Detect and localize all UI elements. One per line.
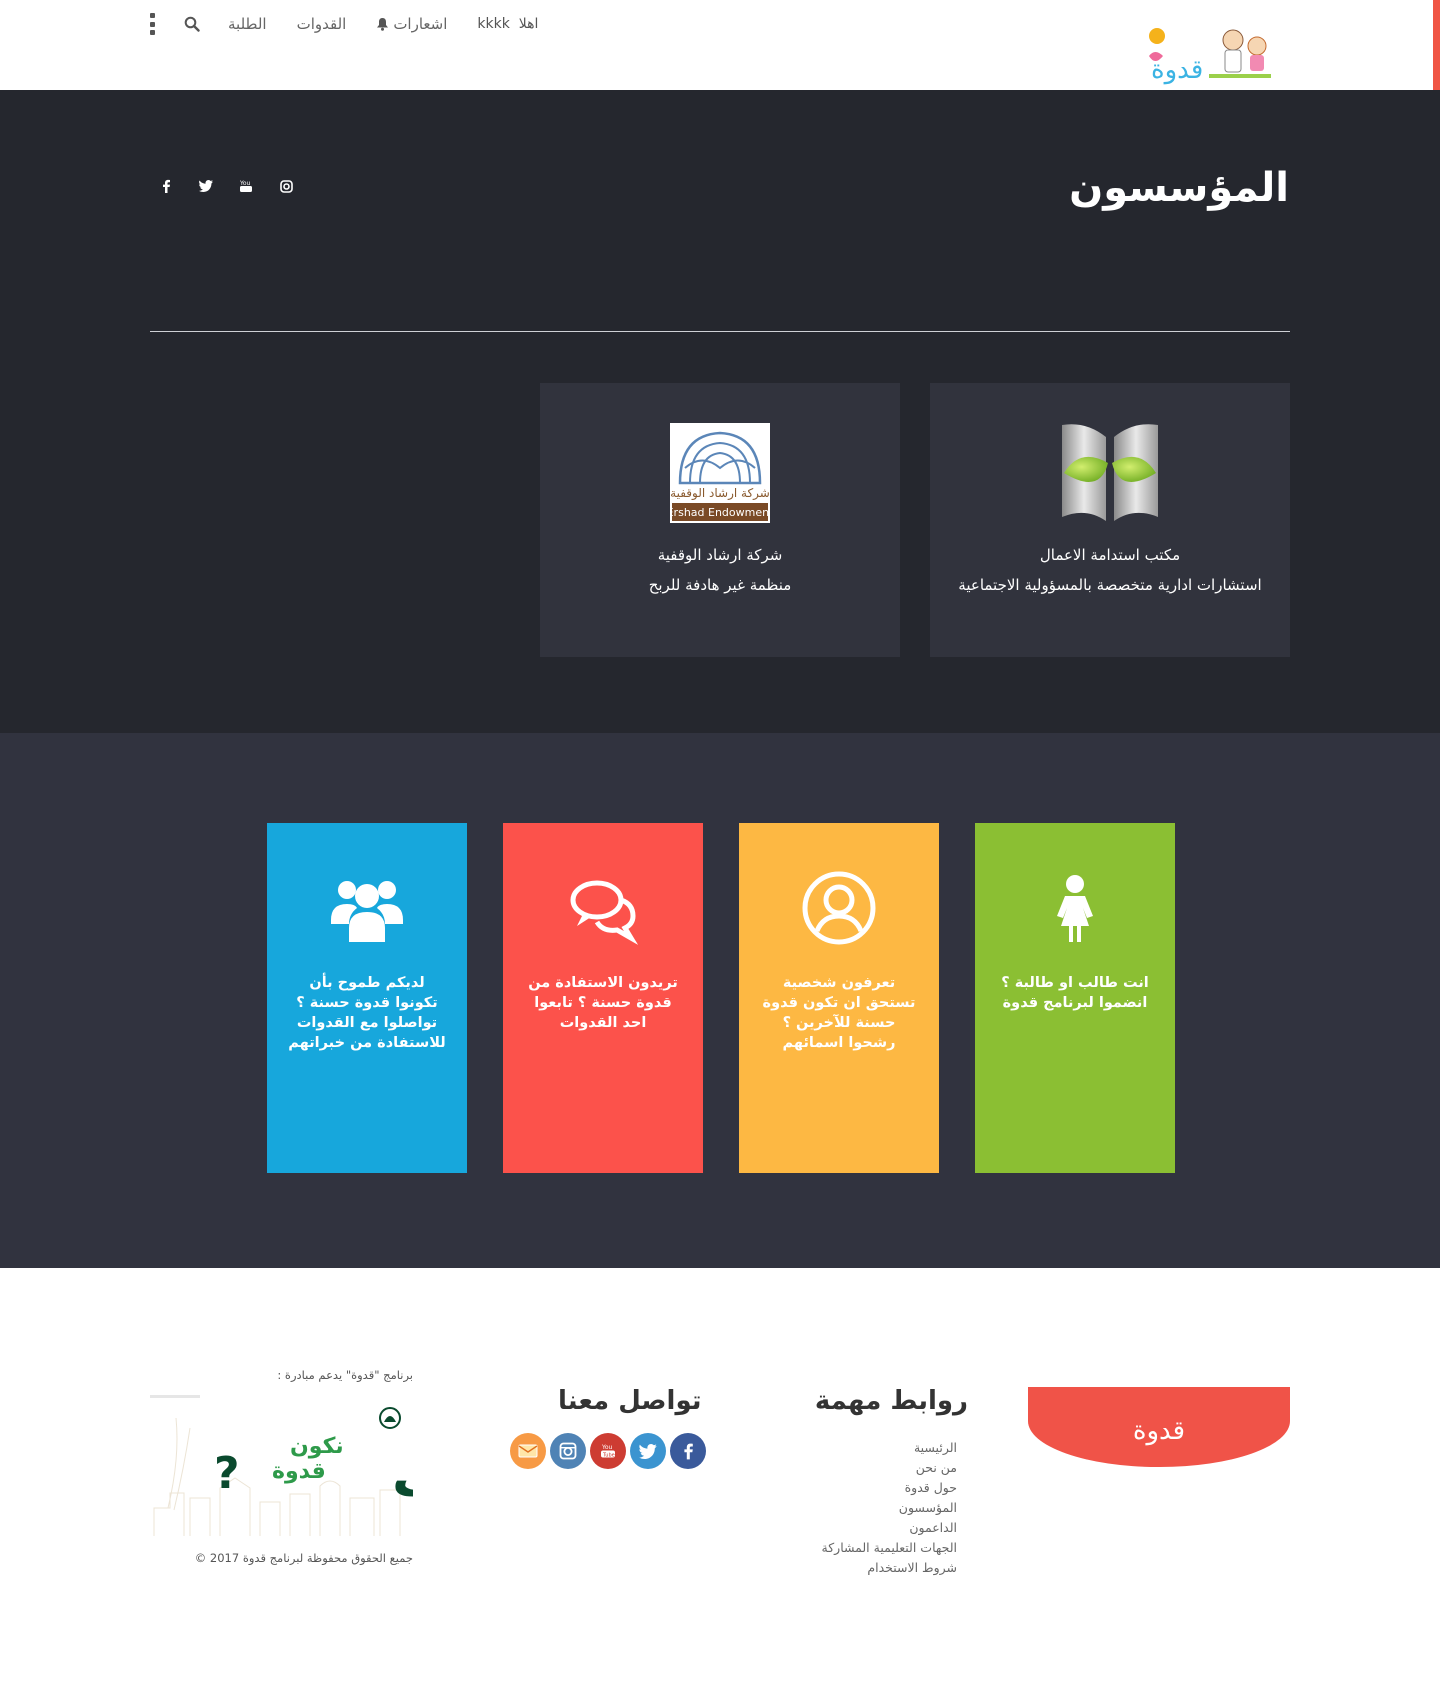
user-circle-icon xyxy=(802,871,876,945)
footer-contact-icons: You Tube xyxy=(510,1433,706,1469)
page-title: المؤسسون xyxy=(1069,165,1289,211)
footer-link-education-partners[interactable]: الجهات التعليمية المشاركة xyxy=(822,1538,958,1558)
site-header: قدوة الطلبة القدوات اشعارات kkkk اهلا xyxy=(0,0,1440,90)
footer-link-home[interactable]: الرئيسية xyxy=(822,1438,957,1458)
founder-card-ershad[interactable]: شركة ارشاد الوقفية Ershad Endowment شركة… xyxy=(540,383,900,657)
nav-notifications-label: اشعارات xyxy=(393,15,448,33)
tile-contact-role-models[interactable]: لديكم طموح بأن تكونوا قدوة حسنة ؟ تواصلو… xyxy=(267,823,467,1173)
mail-icon[interactable] xyxy=(510,1433,546,1469)
top-nav: الطلبة القدوات اشعارات kkkk اهلا xyxy=(150,12,538,36)
user-greeting[interactable]: kkkk اهلا xyxy=(477,16,538,32)
tile-text: تعرفون شخصية تستحق ان تكون قدوة حسنة للآ… xyxy=(762,975,916,1051)
tile-nominate-role-model[interactable]: تعرفون شخصية تستحق ان تكون قدوة حسنة للآ… xyxy=(739,823,939,1173)
twitter-icon[interactable] xyxy=(195,175,217,197)
person-icon xyxy=(1057,875,1093,942)
more-menu-icon[interactable] xyxy=(150,13,156,35)
footer-links-title: روابط مهمة xyxy=(814,1386,968,1416)
founder-description: استشارات ادارية متخصصة بالمسؤولية الاجتم… xyxy=(958,576,1262,594)
svg-text:You: You xyxy=(601,1444,613,1451)
svg-text:Tube: Tube xyxy=(602,1452,615,1458)
hero-social-links: You xyxy=(155,175,297,197)
support-initiative-text: برنامج "قدوة" يدعم مبادرة : xyxy=(277,1368,413,1382)
footer-link-about[interactable]: من نحن xyxy=(822,1458,957,1478)
footer-link-founders[interactable]: المؤسسون xyxy=(822,1498,957,1518)
youtube-icon[interactable]: You xyxy=(235,175,257,197)
youtube-icon[interactable]: You Tube xyxy=(590,1433,626,1469)
sustainability-office-logo xyxy=(1062,424,1158,521)
group-icon xyxy=(331,881,403,942)
nav-students[interactable]: الطلبة xyxy=(228,15,267,33)
footer-link-supporters[interactable]: الداعمون xyxy=(822,1518,957,1538)
ershad-endowment-logo: شركة ارشاد الوقفية Ershad Endowment xyxy=(670,423,770,523)
chat-bubbles-icon xyxy=(570,880,639,945)
search-icon[interactable] xyxy=(184,16,200,32)
ershad-logo-en: Ershad Endowment xyxy=(670,506,770,519)
campaign-big-text: كيف xyxy=(392,1445,413,1508)
tile-text: تريدون الاستفادة من قدوة حسنة ؟ تابعوا ا… xyxy=(528,975,678,1031)
facebook-icon[interactable] xyxy=(155,175,177,197)
campaign-line1: نكون xyxy=(290,1434,344,1459)
footer-contact-title: تواصل معنا xyxy=(558,1386,702,1416)
footer-brand[interactable]: قدوة xyxy=(1028,1387,1290,1467)
nav-notifications[interactable]: اشعارات xyxy=(376,15,447,33)
tile-text: لديكم طموح بأن تكونوا قدوة حسنة ؟ تواصلو… xyxy=(288,975,446,1051)
instagram-icon[interactable] xyxy=(550,1433,586,1469)
username: kkkk xyxy=(477,16,510,32)
svg-text:You: You xyxy=(239,180,251,187)
founder-description: منظمة غير هادفة للربح xyxy=(648,576,792,594)
instagram-icon[interactable] xyxy=(275,175,297,197)
campaign-logo[interactable]: كيف نكون قدوة ? xyxy=(150,1398,413,1538)
tile-join-student[interactable]: انت طالب او طالبة ؟ انضموا لبرنامج قدوة xyxy=(975,823,1175,1173)
logo-text: قدوة xyxy=(1151,55,1203,85)
svg-text:?: ? xyxy=(214,1448,240,1499)
campaign-line2: قدوة xyxy=(272,1459,326,1484)
hero-divider xyxy=(150,331,1290,332)
founder-name: مكتب استدامة الاعمال xyxy=(1039,546,1181,564)
nav-role-models[interactable]: القدوات xyxy=(297,15,347,33)
founders-section: المؤسسون You مكتب استدامة الاعمال استشار… xyxy=(0,90,1440,733)
tile-text: انت طالب او طالبة ؟ انضموا لبرنامج قدوة xyxy=(1001,975,1149,1011)
bell-icon xyxy=(377,18,389,31)
footer-link-about-qudwa[interactable]: حول قدوة xyxy=(822,1478,957,1498)
tile-follow-role-model[interactable]: تريدون الاستفادة من قدوة حسنة ؟ تابعوا ا… xyxy=(503,823,703,1173)
footer-links: الرئيسية من نحن حول قدوة المؤسسون الداعم… xyxy=(822,1438,958,1578)
site-footer: قدوة روابط مهمة الرئيسية من نحن حول قدوة… xyxy=(0,1268,1440,1684)
twitter-icon[interactable] xyxy=(630,1433,666,1469)
site-logo[interactable]: قدوة xyxy=(1145,22,1273,86)
facebook-icon[interactable] xyxy=(670,1433,706,1469)
founder-name: شركة ارشاد الوقفية xyxy=(657,546,783,564)
greeting-word: اهلا xyxy=(518,16,539,32)
ershad-logo-ar: شركة ارشاد الوقفية xyxy=(670,486,770,501)
copyright-text: جميع الحقوق محفوظة لبرنامج قدوة 2017 © xyxy=(194,1551,413,1565)
footer-link-terms[interactable]: شروط الاستخدام xyxy=(822,1558,957,1578)
call-to-action-section: انت طالب او طالبة ؟ انضموا لبرنامج قدوة … xyxy=(0,733,1440,1268)
founder-card-sustainability[interactable]: مكتب استدامة الاعمال استشارات ادارية متخ… xyxy=(930,383,1290,657)
